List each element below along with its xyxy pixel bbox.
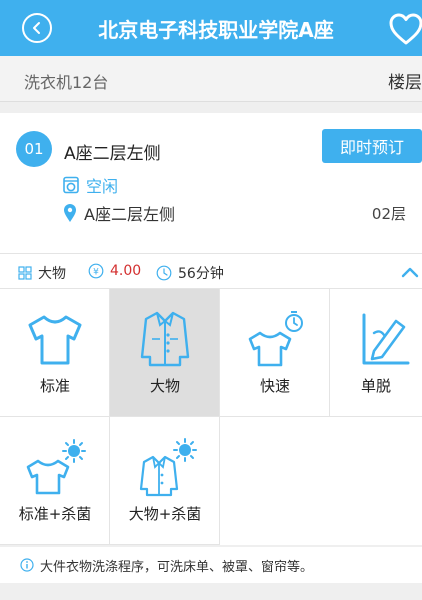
program-label: 标准	[39, 377, 70, 395]
tshirt-icon	[28, 315, 82, 365]
washer-icon	[63, 176, 79, 194]
filter-bar: 洗衣机12台 楼层	[0, 56, 422, 102]
coat-icon	[140, 311, 190, 367]
program-tip: 大件衣物洗涤程序，可洗床单、被罩、窗帘等。	[0, 547, 422, 583]
chevron-left-icon	[33, 22, 40, 34]
status-text: 空闲	[86, 177, 119, 196]
machine-count: 洗衣机12台	[24, 73, 109, 92]
svg-text:¥: ¥	[93, 268, 99, 278]
program-bulky-sterilize[interactable]: 大物+杀菌	[110, 417, 220, 545]
machine-card: 01 A座二层左侧 即时预订 空闲 A座二层左侧 02层	[0, 113, 422, 253]
favorite-heart-icon[interactable]	[388, 12, 422, 46]
page-title: 北京电子科技职业学院A座	[98, 18, 334, 42]
duration-value: 56分钟	[178, 266, 224, 282]
machine-name: A座二层左侧	[64, 144, 161, 164]
back-button[interactable]	[22, 13, 52, 43]
tshirt-germ-icon	[26, 439, 86, 495]
program-mode: 大物	[38, 266, 66, 282]
program-standard[interactable]: 标准	[0, 289, 110, 417]
program-grid: 标准 大物 快速 单脱 标准+杀菌 大物+杀菌	[0, 289, 422, 545]
tip-text: 大件衣物洗涤程序，可洗床单、被罩、窗帘等。	[40, 559, 314, 575]
floor-value: 02层	[371, 205, 406, 223]
coat-germ-icon	[139, 438, 197, 497]
reserve-now-button[interactable]: 即时预订	[322, 129, 422, 163]
location-text: A座二层左侧	[84, 205, 175, 224]
clock-icon	[156, 265, 172, 281]
program-label: 单脱	[360, 377, 391, 395]
tshirt-timer-icon	[248, 311, 303, 367]
machine-status: 空闲	[62, 173, 118, 197]
program-quick[interactable]: 快速	[220, 289, 330, 417]
program-label: 标准+杀菌	[18, 505, 92, 523]
program-duration: 56分钟	[156, 263, 224, 283]
yen-icon: ¥	[88, 263, 104, 279]
program-price: ¥ 4.00	[88, 263, 141, 279]
program-info-bar: 大物 ¥ 4.00 56分钟	[0, 253, 422, 289]
program-spin-dry[interactable]: 单脱	[330, 289, 422, 417]
program-label: 快速	[259, 377, 290, 395]
info-icon	[20, 558, 34, 572]
program-label: 大物+杀菌	[128, 505, 202, 523]
spin-dry-icon	[362, 313, 410, 365]
selected-program: 大物	[18, 263, 66, 283]
grid-icon	[18, 266, 32, 280]
machine-location: A座二层左侧	[62, 201, 175, 225]
location-pin-icon	[64, 204, 76, 222]
chevron-up-icon[interactable]	[400, 264, 420, 280]
header-bar: 北京电子科技职业学院A座	[0, 0, 422, 56]
program-standard-sterilize[interactable]: 标准+杀菌	[0, 417, 110, 545]
program-bulky[interactable]: 大物	[110, 289, 220, 417]
price-value: 4.00	[110, 263, 142, 279]
program-label: 大物	[149, 377, 180, 395]
machine-number-badge: 01	[16, 131, 52, 167]
floor-filter-button[interactable]: 楼层	[388, 68, 422, 93]
